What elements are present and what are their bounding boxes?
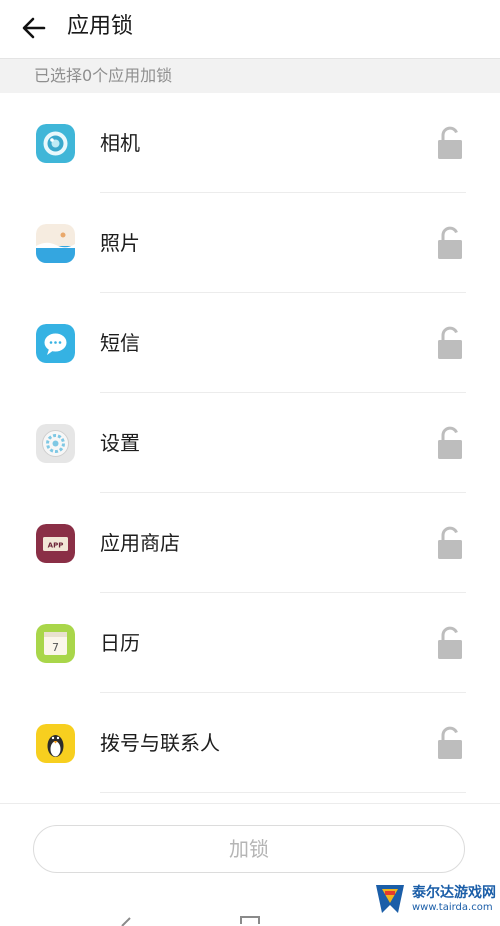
app-row-photos[interactable]: 照片: [0, 193, 500, 293]
settings-icon: [36, 424, 75, 463]
app-label: 相机: [100, 131, 140, 155]
app-row-dialer-contacts[interactable]: 拨号与联系人: [0, 693, 500, 793]
lock-button-label: 加锁: [229, 837, 269, 861]
lock-button[interactable]: 加锁: [33, 825, 465, 873]
selection-summary: 已选择0个应用加锁: [34, 66, 173, 85]
page-title: 应用锁: [67, 14, 134, 39]
app-row-messages[interactable]: 短信: [0, 293, 500, 393]
dialer-contacts-icon: [36, 724, 75, 763]
calendar-icon: 7: [36, 624, 75, 663]
unlocked-padlock-icon[interactable]: [436, 626, 464, 660]
app-label: 日历: [100, 631, 140, 655]
selection-summary-bar: 已选择0个应用加锁: [0, 59, 500, 93]
app-label: 照片: [100, 231, 140, 255]
row-divider: [100, 792, 466, 793]
app-label: 设置: [100, 431, 140, 455]
svg-text:APP: APP: [48, 542, 64, 550]
app-label: 拨号与联系人: [100, 731, 220, 755]
messages-icon: [36, 324, 75, 363]
unlocked-padlock-icon[interactable]: [436, 226, 464, 260]
app-row-app-store[interactable]: APP 应用商店: [0, 493, 500, 593]
app-row-settings[interactable]: 设置: [0, 393, 500, 493]
unlocked-padlock-icon[interactable]: [436, 426, 464, 460]
nav-back-icon[interactable]: [118, 916, 136, 926]
unlocked-padlock-icon[interactable]: [436, 126, 464, 160]
app-label: 应用商店: [100, 531, 180, 555]
watermark-url: www.tairda.com: [412, 902, 493, 913]
back-arrow-icon[interactable]: [20, 14, 48, 42]
app-store-icon: APP: [36, 524, 75, 563]
photos-icon: [36, 224, 75, 263]
app-bar: 应用锁: [0, 0, 500, 59]
camera-icon: [36, 124, 75, 163]
app-label: 短信: [100, 331, 140, 355]
unlocked-padlock-icon[interactable]: [436, 526, 464, 560]
unlocked-padlock-icon[interactable]: [436, 726, 464, 760]
watermark-name: 泰尔达游戏网: [412, 885, 496, 901]
nav-home-icon[interactable]: [240, 916, 260, 924]
svg-text:7: 7: [52, 641, 59, 654]
unlocked-padlock-icon[interactable]: [436, 326, 464, 360]
app-row-calendar[interactable]: 7 日历: [0, 593, 500, 693]
app-row-camera[interactable]: 相机: [0, 93, 500, 193]
